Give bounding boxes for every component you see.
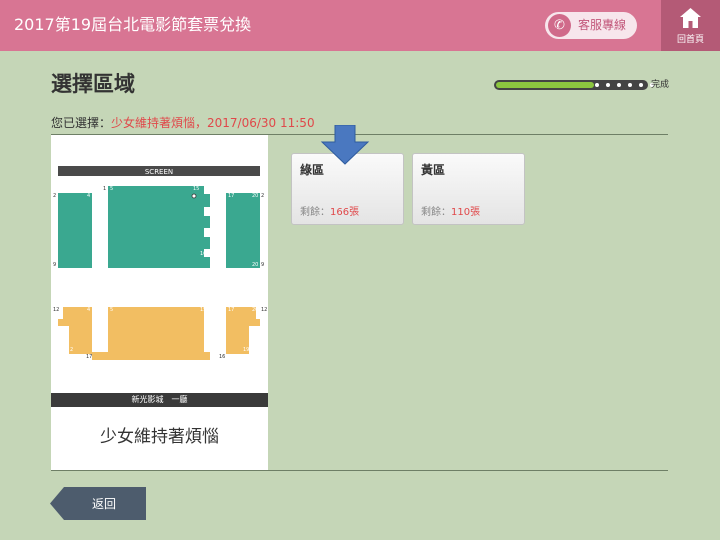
arrow-down-icon [320, 125, 370, 165]
home-icon [680, 8, 701, 28]
selection-prefix: 您已選擇： [51, 116, 112, 130]
svg-text:4: 4 [87, 307, 90, 313]
svg-text:20: 20 [252, 262, 258, 268]
progress-step-dot [595, 83, 599, 87]
svg-text:12: 12 [261, 307, 267, 313]
zone-remaining-count: 166張 [330, 207, 360, 218]
svg-text:20: 20 [252, 193, 258, 199]
selected-seat-marker [191, 193, 197, 199]
zone-remaining-count: 110張 [451, 207, 481, 218]
venue-label: 新光影城 一廳 [51, 393, 268, 407]
zone-remaining: 剩餘：166張 [300, 207, 360, 218]
svg-text:2: 2 [261, 193, 264, 199]
svg-text:12: 12 [53, 307, 59, 313]
zone-name: 黃區 [421, 163, 446, 177]
svg-text:9: 9 [53, 262, 56, 268]
back-label: 返回 [92, 497, 117, 511]
svg-text:4: 4 [87, 193, 90, 199]
page-title: 選擇區域 [51, 72, 135, 96]
selection-value: 少女維持著煩惱，2017/06/30 11:50 [111, 116, 315, 130]
phone-icon: ✆ [548, 14, 571, 37]
svg-text:17: 17 [86, 354, 92, 360]
svg-text:17: 17 [228, 307, 234, 313]
svg-text:1: 1 [103, 186, 106, 192]
header-bar: 2017第19屆台北電影節套票兌換 ✆ 客服專線 回首頁 [0, 0, 720, 51]
zone-card-yellow[interactable]: 黃區 剩餘：110張 [412, 153, 525, 225]
screen-label: SCREEN [145, 168, 173, 176]
svg-text:20: 20 [252, 307, 258, 313]
seat-map-panel: SCREEN 1 5 15 2 4 17 20 2 9 16 20 9 12 4… [51, 135, 268, 470]
zone-remaining: 剩餘：110張 [421, 207, 481, 218]
film-title: 少女維持著煩惱 [100, 427, 219, 447]
svg-text:19: 19 [243, 347, 249, 353]
home-button[interactable]: 回首頁 [661, 0, 720, 51]
progress-bar [494, 80, 654, 90]
hotline-label: 客服專線 [578, 18, 627, 32]
progress-fill [496, 82, 594, 88]
progress-steps [595, 83, 654, 87]
selection-summary: 您已選擇：少女維持著煩惱，2017/06/30 11:50 [51, 115, 315, 131]
svg-text:9: 9 [261, 262, 264, 268]
svg-text:15: 15 [193, 186, 199, 192]
seat-map: SCREEN 1 5 15 2 4 17 20 2 9 16 20 9 12 4… [53, 166, 267, 360]
progress-label: 完成 [651, 80, 670, 90]
svg-text:2: 2 [53, 193, 56, 199]
back-button[interactable]: 返回 [50, 487, 146, 520]
customer-hotline-button[interactable]: ✆ 客服專線 [545, 12, 637, 39]
svg-text:16: 16 [200, 251, 206, 257]
divider-bottom [51, 470, 668, 471]
svg-text:5: 5 [110, 186, 113, 192]
home-label: 回首頁 [676, 35, 704, 45]
svg-text:5: 5 [110, 307, 113, 313]
svg-text:17: 17 [228, 193, 234, 199]
app-title: 2017第19屆台北電影節套票兌換 [14, 15, 252, 34]
progress-step-dot [617, 83, 621, 87]
svg-text:2: 2 [70, 347, 73, 353]
progress-step-dot [639, 83, 643, 87]
svg-text:16: 16 [219, 354, 225, 360]
svg-text:15: 15 [200, 307, 206, 313]
progress-step-dot [606, 83, 610, 87]
progress-step-dot [628, 83, 632, 87]
yellow-seat-zone [58, 307, 260, 360]
